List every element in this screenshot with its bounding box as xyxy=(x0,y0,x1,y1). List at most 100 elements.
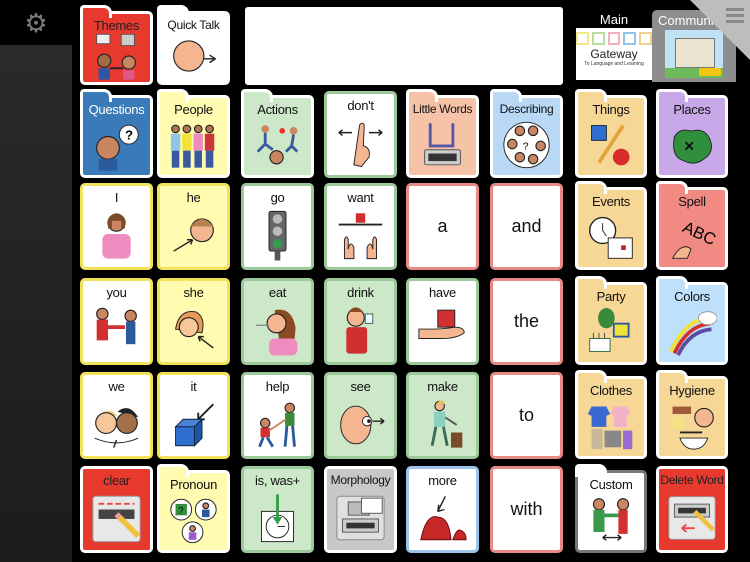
communication-icon xyxy=(91,33,142,80)
grid-cell-make[interactable]: make xyxy=(406,372,479,459)
eye-face-icon xyxy=(335,397,386,450)
grid-cell-people[interactable]: People xyxy=(157,89,230,178)
grid-cell-the[interactable]: the xyxy=(490,278,563,365)
grid-cell-she[interactable]: she xyxy=(157,278,230,365)
grid-cell-hygiene[interactable]: Hygiene xyxy=(656,370,728,459)
grid-cell-to[interactable]: to xyxy=(490,372,563,459)
sidebar: ⚙ xyxy=(0,0,72,562)
delete-key-icon xyxy=(667,491,717,544)
grid-cell-party[interactable]: Party xyxy=(575,276,647,365)
grid-cell-events[interactable]: Events xyxy=(575,181,647,270)
cell-label: Custom xyxy=(589,477,633,492)
morphology-key-icon xyxy=(335,491,386,544)
grid-cell-little-words[interactable]: Little Words xyxy=(406,89,479,178)
grid-cell-we[interactable]: we xyxy=(80,372,153,459)
clock-calendar-icon xyxy=(586,212,636,261)
grid-cell-you[interactable]: you xyxy=(80,278,153,365)
people-icon xyxy=(168,120,219,169)
cell-label: don't xyxy=(347,98,374,113)
grid-cell-pronoun[interactable]: Pronoun? xyxy=(157,464,230,553)
clothes-icon xyxy=(586,401,636,450)
party-icon xyxy=(586,307,636,356)
gear-icon[interactable]: ⚙ xyxy=(23,10,49,36)
grid-cell-themes[interactable]: Themes xyxy=(80,5,153,85)
gateway-title: Gateway xyxy=(590,47,638,61)
grid-cell-custom[interactable]: Custom xyxy=(575,464,647,553)
grid-cell-drink[interactable]: drink xyxy=(324,278,397,365)
faces-icon: ? xyxy=(501,120,552,169)
grid-cell-clothes[interactable]: Clothes xyxy=(575,370,647,459)
cell-label: we xyxy=(108,379,125,394)
main-tab-label[interactable]: Main xyxy=(576,12,652,27)
grid-cell-quick-talk[interactable]: Quick Talk xyxy=(157,5,230,85)
grid-cell-questions[interactable]: Questions? xyxy=(80,89,153,178)
grid-cell-he[interactable]: he xyxy=(157,183,230,270)
pronoun-icon: ? xyxy=(168,495,219,544)
exchange-icon xyxy=(586,495,636,544)
drinking-icon xyxy=(335,303,386,356)
cell-label: Hygiene xyxy=(669,383,715,398)
grid-cell-i[interactable]: I xyxy=(80,183,153,270)
person-self-icon xyxy=(91,208,142,261)
grid-cell-clear[interactable]: clear xyxy=(80,466,153,553)
grid-cell-want[interactable]: want xyxy=(324,183,397,270)
cell-label: more xyxy=(428,473,457,488)
cell-label: Events xyxy=(592,194,630,209)
grid-cell-don-t[interactable]: don't xyxy=(324,91,397,178)
cell-label: you xyxy=(106,285,127,300)
want-hands-icon xyxy=(335,208,386,261)
grid-cell-colors[interactable]: Colors xyxy=(656,276,728,365)
grid-cell-help[interactable]: help xyxy=(241,372,314,459)
grid-cell-with[interactable]: with xyxy=(490,466,563,553)
grid-cell-eat[interactable]: eat xyxy=(241,278,314,365)
helping-icon xyxy=(252,397,303,450)
girl-face-icon xyxy=(168,303,219,356)
photo-frames-icon xyxy=(576,32,652,45)
grid-cell-and[interactable]: and xyxy=(490,183,563,270)
cell-label: Actions xyxy=(257,102,298,117)
hand-holding-icon xyxy=(417,303,468,356)
grid-cell-actions[interactable]: Actions xyxy=(241,89,314,178)
grid-cell-a[interactable]: a xyxy=(406,183,479,270)
cell-label: drink xyxy=(347,285,374,300)
cell-label: Clothes xyxy=(590,383,632,398)
message-window[interactable] xyxy=(245,7,563,85)
cell-label: help xyxy=(265,379,290,394)
grid-cell-things[interactable]: Things xyxy=(575,89,647,178)
grid-cell-it[interactable]: it xyxy=(157,372,230,459)
cell-label: a xyxy=(437,216,448,236)
eating-icon xyxy=(252,303,303,356)
gateway-subtitle: To Language and Learning xyxy=(584,61,644,67)
grid-cell-describing[interactable]: Describing? xyxy=(490,89,563,178)
toothbrush-icon xyxy=(667,401,717,450)
grid-cell-have[interactable]: have xyxy=(406,278,479,365)
cell-label: go xyxy=(270,190,285,205)
question-person-icon: ? xyxy=(91,120,142,170)
clock-arrow-icon xyxy=(252,491,303,544)
cell-label: Colors xyxy=(674,289,710,304)
cell-label: Morphology xyxy=(330,473,391,487)
cell-label: to xyxy=(518,405,534,425)
grid-cell-is-was[interactable]: is, was+ xyxy=(241,466,314,553)
grid-cell-go[interactable]: go xyxy=(241,183,314,270)
svg-text:?: ? xyxy=(125,127,133,142)
cell-label: Little Words xyxy=(412,102,473,116)
cell-label: People xyxy=(174,102,213,117)
main-tab-button[interactable]: Gateway To Language and Learning xyxy=(576,28,652,80)
cell-label: the xyxy=(513,311,540,331)
cell-label: clear xyxy=(103,473,130,488)
map-icon xyxy=(667,120,717,169)
cell-label: Spell xyxy=(678,194,706,209)
grid-cell-more[interactable]: more xyxy=(406,466,479,553)
cell-label: I xyxy=(114,190,119,205)
grid-cell-delete-word[interactable]: Delete Word xyxy=(656,466,728,553)
grid-cell-places[interactable]: Places xyxy=(656,89,728,178)
hamburger-menu-icon[interactable] xyxy=(726,8,744,26)
cell-label: want xyxy=(347,190,374,205)
cell-label: Things xyxy=(592,102,630,117)
grid-cell-morphology[interactable]: Morphology xyxy=(324,466,397,553)
grid-cell-spell[interactable]: Spell ABC xyxy=(656,181,728,270)
cell-label: see xyxy=(350,379,371,394)
grid-cell-see[interactable]: see xyxy=(324,372,397,459)
cell-label: is, was+ xyxy=(255,473,300,488)
